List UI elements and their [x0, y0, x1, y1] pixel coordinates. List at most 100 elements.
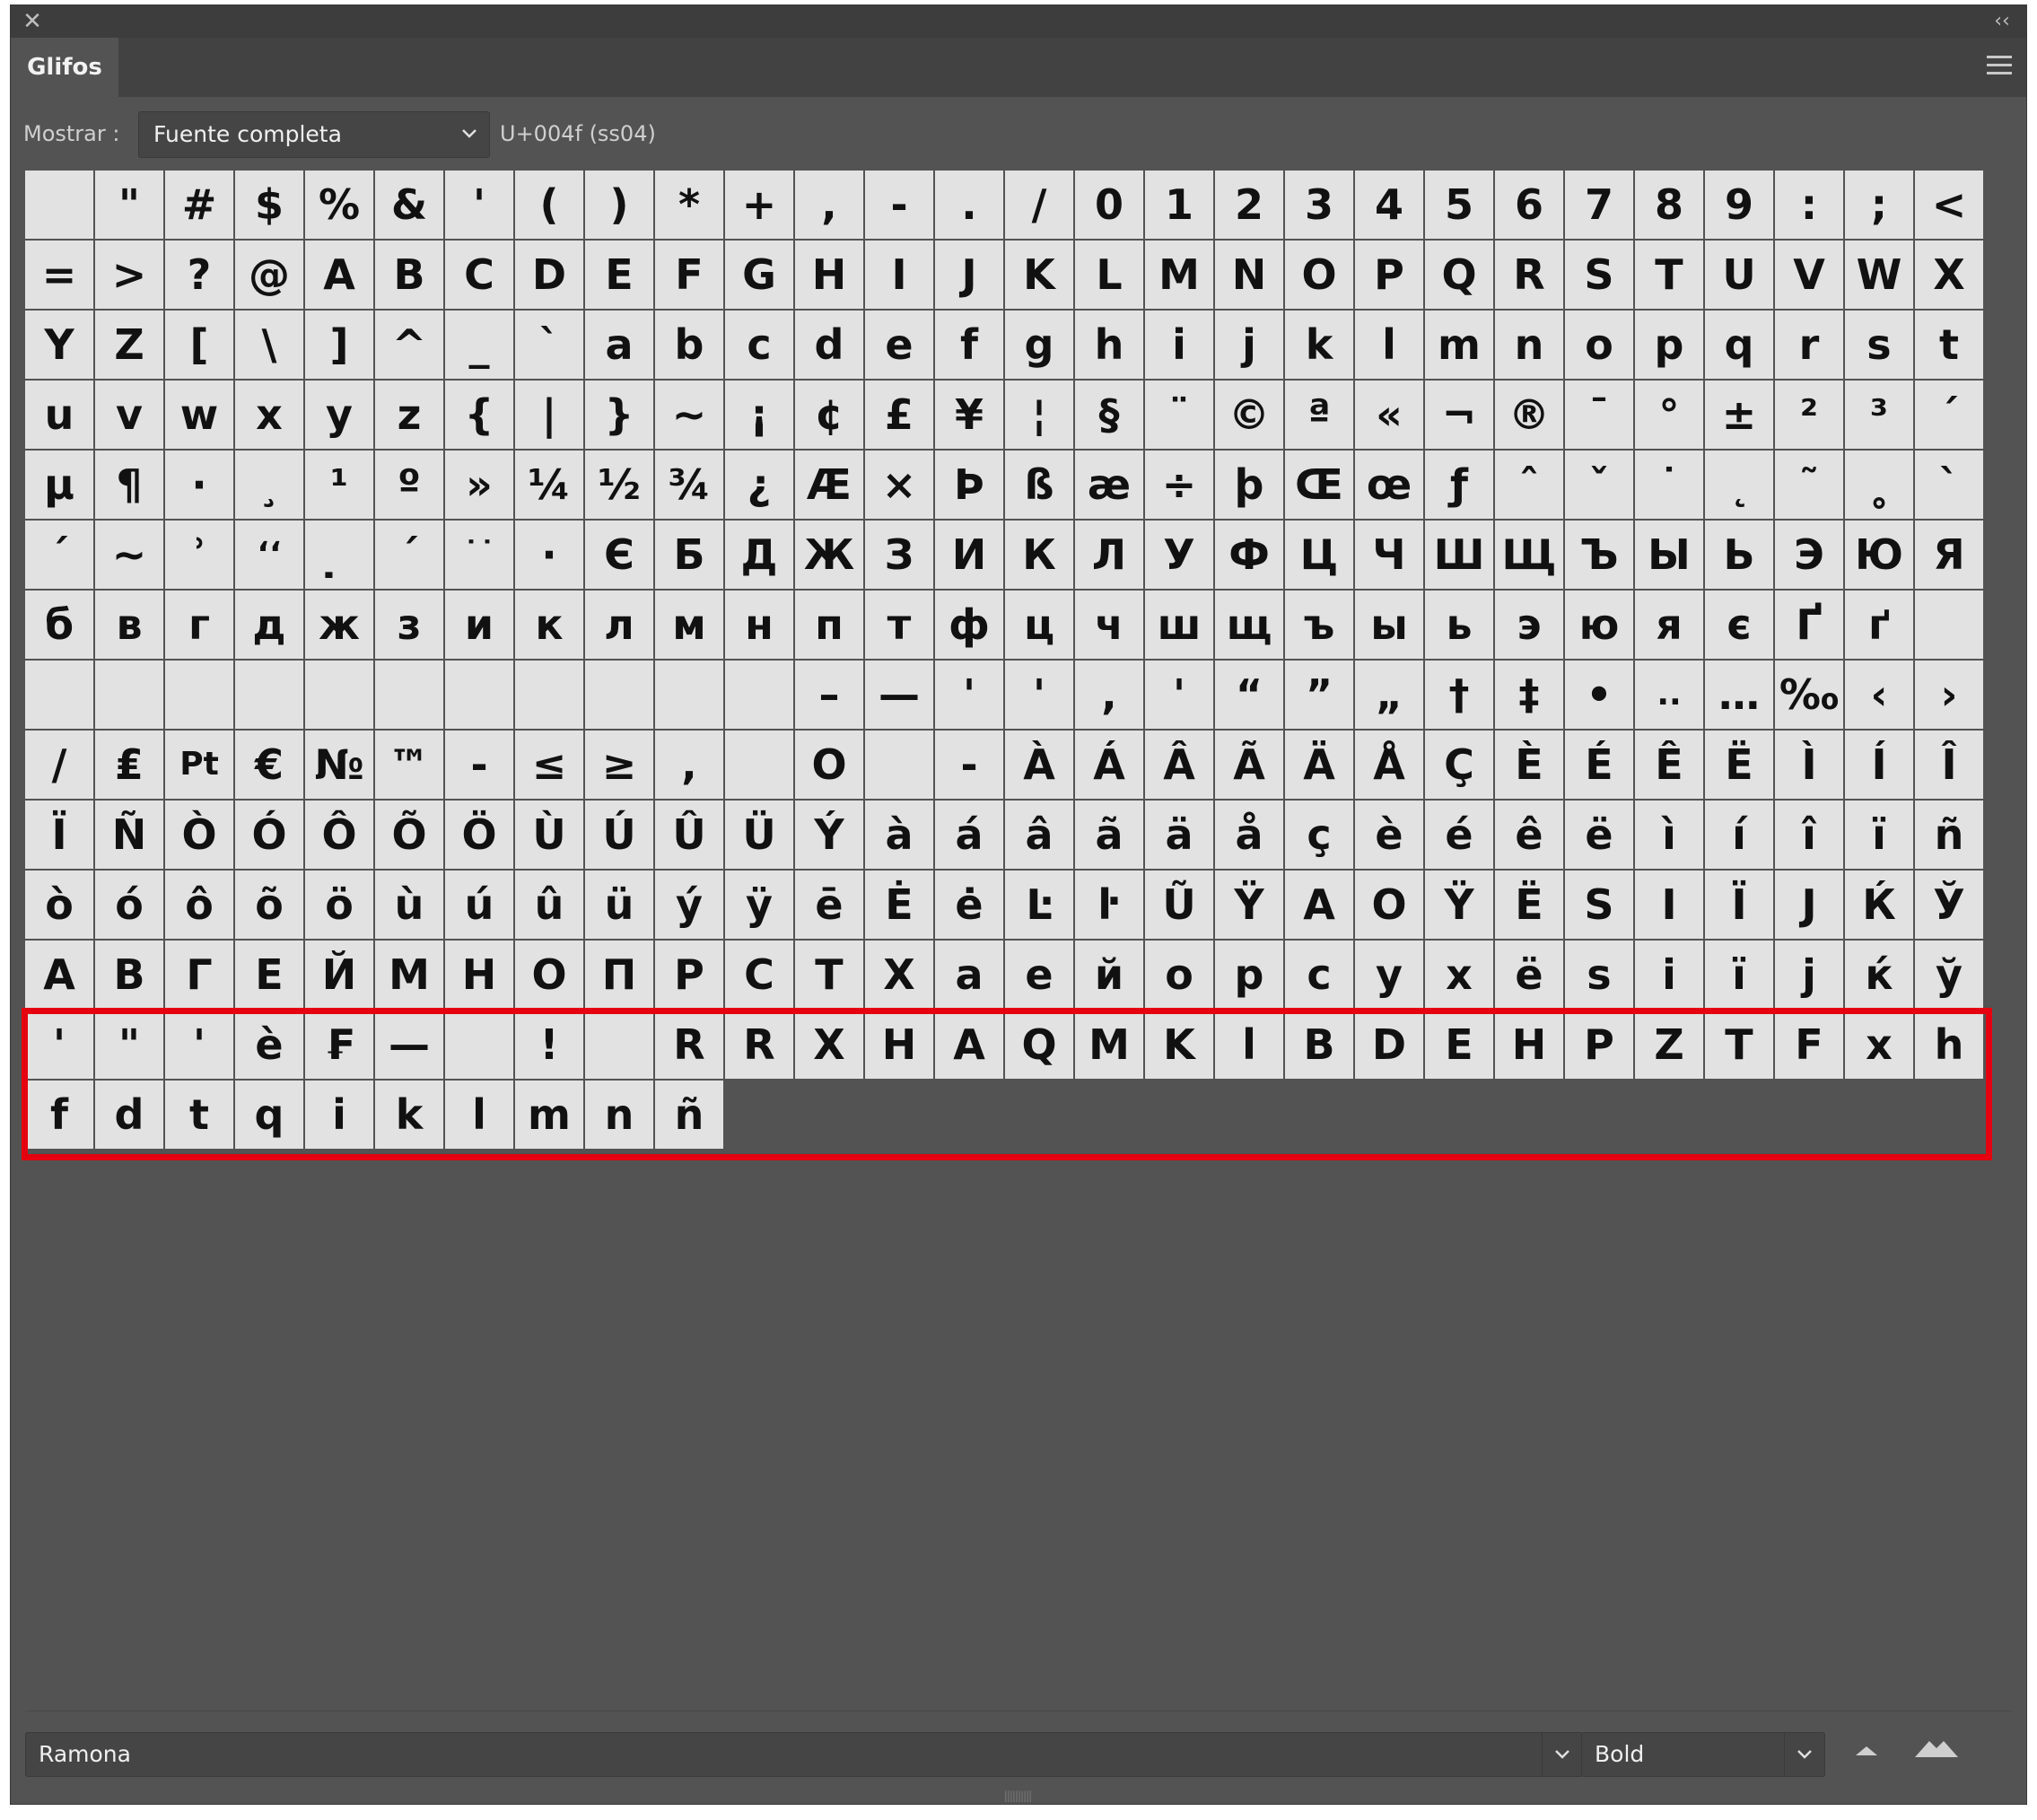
- glyph-cell[interactable]: ¡: [725, 381, 793, 449]
- glyph-cell[interactable]: J: [1775, 871, 1843, 939]
- glyph-cell[interactable]: [585, 1011, 653, 1079]
- glyph-cell[interactable]: Я: [1915, 521, 1983, 589]
- glyph-cell[interactable]: [585, 661, 653, 729]
- glyph-cell[interactable]: Ô: [305, 801, 373, 869]
- glyph-cell[interactable]: q: [1705, 311, 1773, 379]
- glyph-cell[interactable]: В: [95, 941, 163, 1009]
- glyph-cell[interactable]: ©: [1215, 381, 1283, 449]
- glyph-cell[interactable]: Щ: [1495, 521, 1563, 589]
- glyph-cell[interactable]: ш: [1145, 591, 1213, 659]
- glyph-cell[interactable]: э: [1495, 591, 1563, 659]
- glyph-cell[interactable]: ч: [1075, 591, 1143, 659]
- glyph-cell[interactable]: Q: [1425, 241, 1493, 309]
- glyph-cell[interactable]: ¿: [725, 451, 793, 519]
- glyph-cell[interactable]: û: [515, 871, 583, 939]
- glyph-cell[interactable]: I: [865, 241, 933, 309]
- glyph-cell[interactable]: ¥: [935, 381, 1003, 449]
- glyph-cell[interactable]: à: [865, 801, 933, 869]
- glyph-cell[interactable]: P: [1355, 241, 1423, 309]
- glyph-cell[interactable]: ó: [95, 871, 163, 939]
- glyph-cell[interactable]: Л: [1075, 521, 1143, 589]
- glyph-cell[interactable]: ñ: [1915, 801, 1983, 869]
- glyph-cell[interactable]: I: [1635, 871, 1703, 939]
- glyph-cell[interactable]: ": [95, 171, 163, 239]
- glyph-cell[interactable]: /: [25, 731, 93, 799]
- glyph-cell[interactable]: ü: [585, 871, 653, 939]
- font-style-dropdown[interactable]: Bold: [1581, 1732, 1825, 1777]
- glyph-cell[interactable]: ¦: [1005, 381, 1073, 449]
- glyph-cell[interactable]: й: [1075, 941, 1143, 1009]
- glyph-cell[interactable]: V: [1775, 241, 1843, 309]
- glyph-cell[interactable]: ˳: [1845, 451, 1913, 519]
- glyph-cell[interactable]: [515, 661, 583, 729]
- collapse-icon[interactable]: ‹‹: [1989, 7, 2015, 36]
- glyph-cell[interactable]: з: [375, 591, 443, 659]
- glyph-cell[interactable]: ´: [25, 521, 93, 589]
- glyph-cell[interactable]: K: [1005, 241, 1073, 309]
- glyph-cell[interactable]: ™: [375, 731, 443, 799]
- glyph-cell[interactable]: ŀ: [1075, 871, 1143, 939]
- glyph-cell[interactable]: ': [445, 171, 513, 239]
- glyph-cell[interactable]: ē: [795, 871, 863, 939]
- glyph-cell[interactable]: к: [515, 591, 583, 659]
- glyph-cell[interactable]: þ: [1215, 451, 1283, 519]
- zoom-out-icon[interactable]: [1850, 1737, 1883, 1764]
- glyph-cell[interactable]: ½: [585, 451, 653, 519]
- glyph-cell[interactable]: ±: [1705, 381, 1773, 449]
- glyph-cell[interactable]: l: [445, 1081, 513, 1149]
- glyph-cell[interactable]: ж: [305, 591, 373, 659]
- glyph-cell[interactable]: d: [795, 311, 863, 379]
- glyph-cell[interactable]: ~: [655, 381, 723, 449]
- glyph-cell[interactable]: т: [865, 591, 933, 659]
- glyph-cell[interactable]: R: [725, 1011, 793, 1079]
- glyph-cell[interactable]: 8: [1635, 171, 1703, 239]
- glyph-cell[interactable]: О: [515, 941, 583, 1009]
- glyph-cell[interactable]: ‰: [1775, 661, 1843, 729]
- glyph-cell[interactable]: O: [1285, 241, 1353, 309]
- glyph-cell[interactable]: ': [1145, 661, 1213, 729]
- glyph-cell[interactable]: Ä: [1285, 731, 1353, 799]
- glyph-cell[interactable]: А: [25, 941, 93, 1009]
- glyph-cell[interactable]: Ì: [1775, 731, 1843, 799]
- glyph-cell[interactable]: æ: [1075, 451, 1143, 519]
- glyph-cell[interactable]: П: [585, 941, 653, 1009]
- glyph-cell[interactable]: ¼: [515, 451, 583, 519]
- glyph-cell[interactable]: §: [1075, 381, 1143, 449]
- glyph-cell[interactable]: +: [725, 171, 793, 239]
- glyph-cell[interactable]: `: [515, 311, 583, 379]
- glyph-cell[interactable]: ґ: [1845, 591, 1913, 659]
- glyph-cell[interactable]: ²: [1775, 381, 1843, 449]
- glyph-cell[interactable]: ˜: [1775, 451, 1843, 519]
- glyph-cell[interactable]: [235, 661, 303, 729]
- glyph-cell[interactable]: ,: [1075, 661, 1143, 729]
- glyph-cell[interactable]: ì: [1635, 801, 1703, 869]
- glyph-cell[interactable]: «: [1355, 381, 1423, 449]
- glyph-cell[interactable]: о: [1145, 941, 1213, 1009]
- glyph-cell[interactable]: ф: [935, 591, 1003, 659]
- glyph-cell[interactable]: И: [935, 521, 1003, 589]
- glyph-cell[interactable]: щ: [1215, 591, 1283, 659]
- glyph-cell[interactable]: К: [1005, 521, 1073, 589]
- glyph-cell[interactable]: Í: [1845, 731, 1913, 799]
- glyph-cell[interactable]: ]: [305, 311, 373, 379]
- glyph-cell[interactable]: ¨: [1145, 381, 1213, 449]
- glyph-cell[interactable]: T: [1705, 1011, 1773, 1079]
- glyph-cell[interactable]: Ќ: [1845, 871, 1913, 939]
- glyph-cell[interactable]: р: [1215, 941, 1283, 1009]
- glyph-cell[interactable]: и: [445, 591, 513, 659]
- glyph-cell[interactable]: ̣: [305, 521, 373, 589]
- glyph-cell[interactable]: а: [935, 941, 1003, 1009]
- glyph-cell[interactable]: y: [305, 381, 373, 449]
- glyph-cell[interactable]: ê: [1495, 801, 1563, 869]
- glyph-cell[interactable]: A: [305, 241, 373, 309]
- glyph-cell[interactable]: /: [1005, 171, 1073, 239]
- glyph-cell[interactable]: …: [1705, 661, 1773, 729]
- glyph-cell[interactable]: [445, 1011, 513, 1079]
- glyph-cell[interactable]: ˙: [1635, 451, 1703, 519]
- glyph-cell[interactable]: h: [1915, 1011, 1983, 1079]
- glyph-cell[interactable]: -: [935, 731, 1003, 799]
- glyph-cell[interactable]: ": [95, 1011, 163, 1079]
- glyph-cell[interactable]: і: [1635, 941, 1703, 1009]
- glyph-cell[interactable]: Ë: [1705, 731, 1773, 799]
- glyph-cell[interactable]: ..: [1635, 661, 1703, 729]
